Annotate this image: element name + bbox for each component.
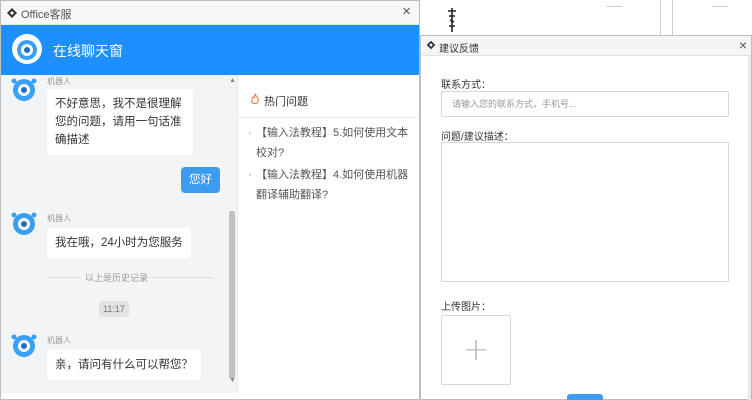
contact-input[interactable] xyxy=(441,91,729,117)
scrollbar-thumb[interactable] xyxy=(229,211,235,379)
doc-border-line xyxy=(672,0,673,35)
description-textarea[interactable] xyxy=(441,142,729,282)
submit-button[interactable] xyxy=(567,394,603,400)
hot-question-item[interactable]: · 【输入法教程】5.如何使用文本校对? xyxy=(248,123,416,163)
feedback-titlebar[interactable]: 建议反馈 × xyxy=(421,36,751,56)
doc-border-line xyxy=(660,0,661,35)
flame-icon xyxy=(251,93,259,104)
bot-avatar-icon xyxy=(11,78,37,101)
user-message-bubble: 您好 xyxy=(181,167,220,193)
bot-name-label: 机器人 xyxy=(47,214,71,223)
bot-name-label: 机器人 xyxy=(47,336,71,345)
description-label: 问题/建议描述： xyxy=(441,132,514,143)
scroll-down-arrow-icon[interactable]: ▼ xyxy=(229,377,236,384)
bullet-icon: · xyxy=(248,127,252,139)
chat-titlebar[interactable]: Office客服 × xyxy=(1,1,419,25)
history-label: 以上是历史记录 xyxy=(81,271,153,284)
chat-window-title: Office客服 xyxy=(21,9,72,21)
feedback-window-title: 建议反馈 xyxy=(439,44,479,55)
upload-label: 上传图片： xyxy=(441,302,491,313)
contact-label: 联系方式： xyxy=(441,80,491,91)
hot-question-item[interactable]: · 【输入法教程】4.如何使用机器翻译辅助翻译? xyxy=(248,165,416,205)
bot-message-bubble: 我在哦，24小时为您服务 xyxy=(47,228,191,258)
bullet-icon: · xyxy=(248,169,252,181)
chat-header-title: 在线聊天窗 xyxy=(53,43,123,59)
bot-message-bubble: 不好意思，我不是很理解您的问题，请用一句话准确描述 xyxy=(47,89,193,155)
app-logo-icon xyxy=(7,8,17,18)
feedback-window: 建议反馈 × 联系方式： 问题/建议描述： 上传图片： + xyxy=(420,35,752,400)
bot-message-bubble: 亲，请问有什么可以帮您？ xyxy=(47,350,201,380)
hot-panel-divider xyxy=(238,117,419,118)
bot-avatar-icon xyxy=(11,212,37,235)
chat-window: Office客服 × 在线聊天窗 机器人 不好意思，我不是很理解您的问题，请用一… xyxy=(0,0,420,400)
app-logo-icon xyxy=(426,40,436,50)
robot-avatar-icon xyxy=(12,34,42,64)
hot-question-text[interactable]: 【输入法教程】4.如何使用机器翻译辅助翻译? xyxy=(248,165,416,205)
chat-header: 在线聊天窗 xyxy=(1,25,419,75)
hot-question-text[interactable]: 【输入法教程】5.如何使用文本校对? xyxy=(248,123,416,163)
hot-questions-title: 热门问题 xyxy=(264,96,308,108)
feedback-scroll-edge xyxy=(748,56,751,400)
close-icon[interactable]: × xyxy=(402,3,411,20)
doc-border-line xyxy=(606,6,622,7)
scroll-up-arrow-icon[interactable]: ▲ xyxy=(229,77,236,84)
upload-image-button[interactable]: + xyxy=(441,315,511,385)
bot-name-label: 机器人 xyxy=(47,77,71,86)
close-icon[interactable]: × xyxy=(739,37,747,53)
chat-message-list[interactable]: 机器人 不好意思，我不是很理解您的问题，请用一句话准确描述 您好 机器人 我在哦… xyxy=(1,75,237,393)
doc-border-line xyxy=(712,6,728,7)
bot-avatar-icon xyxy=(11,334,37,357)
hot-questions-panel: 热门问题 · 【输入法教程】5.如何使用文本校对? · 【输入法教程】4.如何使… xyxy=(237,75,419,393)
timestamp-chip: 11:17 xyxy=(99,301,129,317)
mongolian-script-glyph xyxy=(448,8,456,32)
